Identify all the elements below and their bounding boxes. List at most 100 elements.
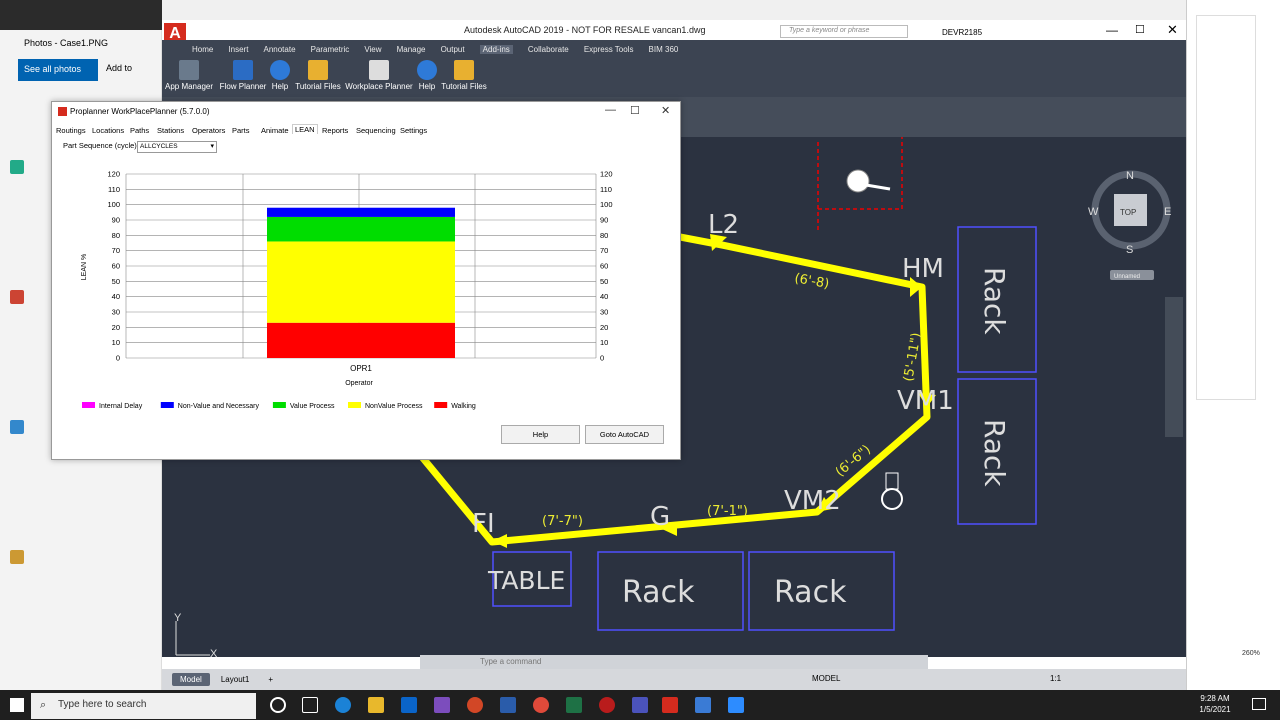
dim-label-5: (7'-7") xyxy=(542,514,583,529)
maximize-icon[interactable]: ☐ xyxy=(1135,23,1145,36)
outlook-icon[interactable] xyxy=(401,697,417,713)
minimize-icon[interactable]: — xyxy=(1106,23,1118,37)
powerpoint-icon[interactable] xyxy=(467,697,483,713)
add-to-button[interactable]: Add to xyxy=(106,63,132,73)
tutorial-files-button[interactable]: Tutorial Files xyxy=(288,60,348,91)
bar-segment xyxy=(267,216,455,242)
y-tick-label: 40 xyxy=(112,292,120,301)
task-view-icon[interactable] xyxy=(302,697,318,713)
tab-model[interactable]: Model xyxy=(172,673,210,686)
add-layout-icon[interactable]: + xyxy=(260,673,281,686)
viewcube-south[interactable]: S xyxy=(1126,244,1133,256)
y-tick-label: 80 xyxy=(112,231,120,240)
autocad-taskbar-icon[interactable] xyxy=(662,697,678,713)
flow-planner-icon xyxy=(233,60,253,80)
visual-studio-icon[interactable] xyxy=(434,697,450,713)
app-manager-icon xyxy=(179,60,199,80)
bar-segment xyxy=(267,322,455,358)
tab-annotate[interactable]: Annotate xyxy=(263,45,295,54)
app-manager-button[interactable]: App Manager xyxy=(159,60,219,91)
tab-bim-360[interactable]: BIM 360 xyxy=(649,45,679,54)
tab-view[interactable]: View xyxy=(364,45,381,54)
desktop-icon[interactable] xyxy=(10,160,24,174)
ribbon-tabs: Home Insert Annotate Parametric View Man… xyxy=(192,43,690,55)
app-icon[interactable] xyxy=(695,697,711,713)
tab-parametric[interactable]: Parametric xyxy=(311,45,350,54)
command-input[interactable]: Type a command xyxy=(420,655,928,669)
tab-settings[interactable]: Settings xyxy=(400,126,427,135)
model-space-label[interactable]: MODEL xyxy=(812,674,840,683)
tab-animate[interactable]: Animate xyxy=(261,126,289,135)
tutorial-files-icon xyxy=(454,60,474,80)
y-tick-label: 50 xyxy=(112,277,120,286)
see-all-photos-button[interactable]: See all photos xyxy=(18,59,98,81)
tab-lean[interactable]: LEAN xyxy=(292,124,318,134)
label-fi: FI xyxy=(472,509,495,539)
tab-parts[interactable]: Parts xyxy=(232,126,250,135)
wpp-maximize-icon[interactable]: ☐ xyxy=(630,104,640,117)
legend-label: Non-Value and Necessary xyxy=(178,403,260,410)
worker-figure xyxy=(846,169,891,193)
tab-home[interactable]: Home xyxy=(192,45,213,54)
tab-locations[interactable]: Locations xyxy=(92,126,124,135)
tab-express-tools[interactable]: Express Tools xyxy=(584,45,634,54)
tutorial-files-button-2[interactable]: Tutorial Files xyxy=(434,60,494,91)
viewcube-west[interactable]: W xyxy=(1088,206,1099,218)
tab-reports[interactable]: Reports xyxy=(322,126,348,135)
tab-routings[interactable]: Routings xyxy=(56,126,86,135)
tab-manage[interactable]: Manage xyxy=(397,45,426,54)
tab-insert[interactable]: Insert xyxy=(228,45,248,54)
y2-tick-label: 110 xyxy=(600,185,612,194)
wpp-close-icon[interactable]: ✕ xyxy=(661,104,670,117)
part-sequence-select[interactable]: ALLCYCLES ▾ xyxy=(137,141,217,153)
tab-sequencing[interactable]: Sequencing xyxy=(356,126,396,135)
excel-icon[interactable] xyxy=(566,697,582,713)
y-axis-label: LEAN % xyxy=(81,254,88,280)
windows-start-icon[interactable] xyxy=(10,698,24,712)
file-explorer-icon[interactable] xyxy=(368,697,384,713)
teams-icon[interactable] xyxy=(632,697,648,713)
tab-collaborate[interactable]: Collaborate xyxy=(528,45,569,54)
desktop-icon[interactable] xyxy=(10,290,24,304)
viewcube[interactable]: TOP N S E W Unnamed xyxy=(1088,170,1171,280)
zoom-icon[interactable] xyxy=(728,697,744,713)
label-vm2: VM2 xyxy=(784,486,841,516)
rack-label-1: Rack xyxy=(978,267,1011,335)
viewcube-east[interactable]: E xyxy=(1164,206,1171,218)
tab-stations[interactable]: Stations xyxy=(157,126,184,135)
tab-add-ins[interactable]: Add-ins xyxy=(479,45,513,54)
y-tick-label: 100 xyxy=(107,200,120,209)
close-icon[interactable]: ✕ xyxy=(1167,22,1178,38)
annotation-scale[interactable]: 1:1 xyxy=(1050,674,1061,683)
background-titlebar xyxy=(162,0,1186,20)
tab-operators[interactable]: Operators xyxy=(192,126,225,135)
tab-layout1[interactable]: Layout1 xyxy=(213,673,257,686)
y2-tick-label: 80 xyxy=(600,231,608,240)
nav-bar[interactable] xyxy=(1165,297,1183,437)
lean-chart: 0 0 10 10 20 20 30 30 40 40 50 50 60 60 70 70 80 80 90 90 10… xyxy=(81,170,613,411)
legend-swatch xyxy=(272,402,286,408)
clock[interactable]: 9:28 AM 1/5/2021 xyxy=(1196,693,1234,715)
y2-tick-label: 120 xyxy=(600,170,613,179)
taskbar-search-input[interactable]: Type here to search xyxy=(31,693,256,719)
viewcube-unnamed[interactable]: Unnamed xyxy=(1114,274,1140,280)
word-icon[interactable] xyxy=(500,697,516,713)
cortana-icon[interactable] xyxy=(270,697,286,713)
viewcube-north[interactable]: N xyxy=(1126,170,1134,182)
user-label[interactable]: DEVR2185 xyxy=(942,28,982,37)
help-button[interactable]: Help xyxy=(501,425,580,444)
tab-output[interactable]: Output xyxy=(441,45,465,54)
notification-icon[interactable] xyxy=(1252,698,1266,710)
wpp-minimize-icon[interactable]: — xyxy=(605,104,616,116)
legend-swatch xyxy=(160,402,174,408)
tab-paths[interactable]: Paths xyxy=(130,126,149,135)
legend-label: NonValue Process xyxy=(365,403,423,410)
chrome-icon[interactable] xyxy=(533,697,549,713)
goto-autocad-button[interactable]: Goto AutoCAD xyxy=(585,425,664,444)
viewcube-top[interactable]: TOP xyxy=(1120,208,1136,217)
desktop-icon[interactable] xyxy=(10,550,24,564)
edge-icon[interactable] xyxy=(335,697,351,713)
app-icon[interactable] xyxy=(599,697,615,713)
desktop-icon[interactable] xyxy=(10,420,24,434)
keyword-search-input[interactable]: Type a keyword or phrase xyxy=(780,25,908,38)
